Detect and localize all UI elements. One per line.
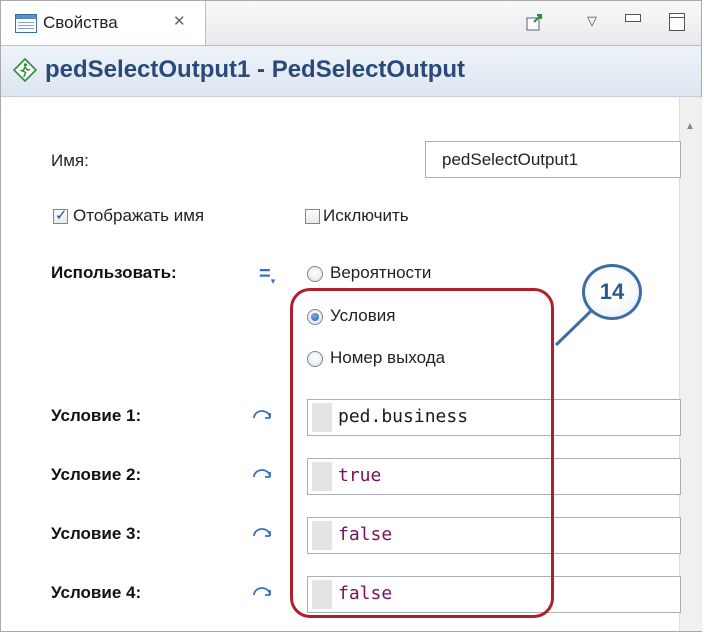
- radio-probabilities-label: Вероятности: [330, 263, 432, 282]
- condition-3-label: Условие 3:: [51, 524, 142, 543]
- close-icon[interactable]: ✕: [173, 12, 186, 30]
- minimize-icon[interactable]: [625, 14, 641, 22]
- tab-properties[interactable]: Свойства ✕: [1, 1, 206, 45]
- dynamic-value-icon[interactable]: [248, 401, 278, 427]
- static-value-icon[interactable]: =▾: [259, 263, 275, 286]
- scroll-up-icon[interactable]: ▲: [685, 121, 695, 132]
- condition-2-label: Условие 2:: [51, 465, 142, 484]
- page-title: pedSelectOutput1 - PedSelectOutput: [45, 56, 466, 83]
- properties-header: pedSelectOutput1 - PedSelectOutput: [1, 46, 701, 97]
- view-menu-icon[interactable]: ▽: [587, 13, 597, 29]
- dynamic-value-icon[interactable]: [248, 519, 278, 545]
- dynamic-value-icon[interactable]: [248, 460, 278, 486]
- vertical-scrollbar[interactable]: ▲: [679, 97, 702, 631]
- pin-view-icon[interactable]: [526, 13, 544, 31]
- tab-bar: Свойства ✕ ▽: [1, 1, 701, 46]
- dynamic-value-icon[interactable]: [248, 578, 278, 604]
- pedestrian-block-icon: [13, 58, 37, 82]
- condition-4-label: Условие 4:: [51, 583, 142, 602]
- condition-1-label: Условие 1:: [51, 406, 142, 425]
- callout-badge: 14: [582, 264, 642, 320]
- exclude-label: Исключить: [323, 206, 409, 225]
- name-label: Имя:: [51, 151, 89, 170]
- use-label: Использовать:: [51, 263, 177, 282]
- highlight-box: [290, 288, 554, 618]
- radio-probabilities[interactable]: [307, 266, 323, 282]
- properties-view-icon: [15, 14, 37, 33]
- name-input-value: pedSelectOutput1: [442, 150, 579, 169]
- maximize-icon[interactable]: [669, 13, 685, 31]
- show-name-checkbox[interactable]: [53, 206, 68, 224]
- show-name-label: Отображать имя: [73, 206, 205, 225]
- name-input[interactable]: pedSelectOutput1: [425, 141, 681, 178]
- tab-label: Свойства: [43, 13, 118, 32]
- exclude-checkbox[interactable]: [305, 209, 320, 224]
